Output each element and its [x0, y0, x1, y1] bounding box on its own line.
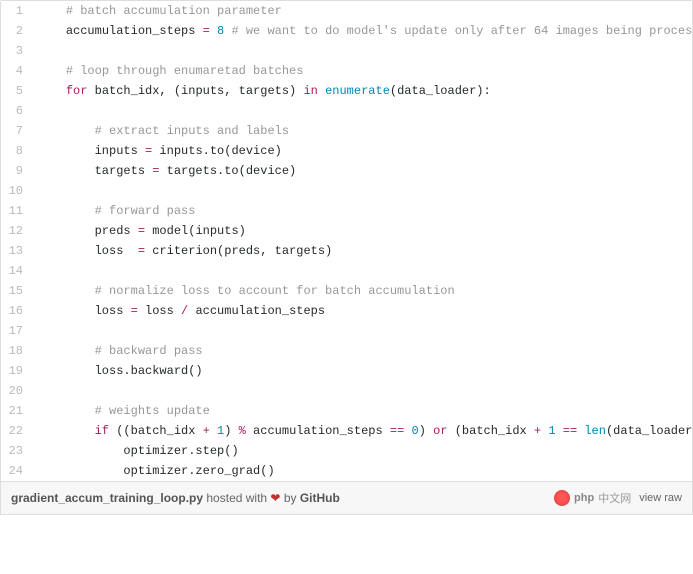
line-number[interactable]: 3	[1, 41, 31, 61]
code-line: 24 optimizer.zero_grad()	[1, 461, 693, 481]
code-line: 22 if ((batch_idx + 1) % accumulation_st…	[1, 421, 693, 441]
code-cell[interactable]: loss = criterion(preds, targets)	[31, 241, 693, 261]
code-cell[interactable]: # normalize loss to account for batch ac…	[31, 281, 693, 301]
line-number[interactable]: 1	[1, 1, 31, 21]
code-line: 9 targets = targets.to(device)	[1, 161, 693, 181]
code-line: 13 loss = criterion(preds, targets)	[1, 241, 693, 261]
code-line: 15 # normalize loss to account for batch…	[1, 281, 693, 301]
code-line: 6	[1, 101, 693, 121]
code-line: 18 # backward pass	[1, 341, 693, 361]
code-line: 2 accumulation_steps = 8 # we want to do…	[1, 21, 693, 41]
line-number[interactable]: 4	[1, 61, 31, 81]
code-line: 1 # batch accumulation parameter	[1, 1, 693, 21]
code-cell[interactable]	[31, 181, 693, 201]
line-number[interactable]: 23	[1, 441, 31, 461]
code-line: 21 # weights update	[1, 401, 693, 421]
code-cell[interactable]: loss = loss / accumulation_steps	[31, 301, 693, 321]
code-cell[interactable]: loss.backward()	[31, 361, 693, 381]
code-cell[interactable]: for batch_idx, (inputs, targets) in enum…	[31, 81, 693, 101]
line-number[interactable]: 15	[1, 281, 31, 301]
php-logo-icon	[554, 490, 570, 506]
code-line: 8 inputs = inputs.to(device)	[1, 141, 693, 161]
line-number[interactable]: 8	[1, 141, 31, 161]
by-text: by	[280, 491, 299, 505]
line-number[interactable]: 18	[1, 341, 31, 361]
code-cell[interactable]: targets = targets.to(device)	[31, 161, 693, 181]
gist-meta-right: php 中文网 view raw	[554, 490, 682, 506]
line-number[interactable]: 14	[1, 261, 31, 281]
code-cell[interactable]	[31, 261, 693, 281]
code-line: 5 for batch_idx, (inputs, targets) in en…	[1, 81, 693, 101]
code-line: 17	[1, 321, 693, 341]
code-cell[interactable]	[31, 321, 693, 341]
code-cell[interactable]: inputs = inputs.to(device)	[31, 141, 693, 161]
line-number[interactable]: 19	[1, 361, 31, 381]
code-cell[interactable]: # forward pass	[31, 201, 693, 221]
line-number[interactable]: 9	[1, 161, 31, 181]
hosted-text: hosted with	[203, 491, 270, 505]
line-number[interactable]: 7	[1, 121, 31, 141]
line-number[interactable]: 16	[1, 301, 31, 321]
gist-container: 1 # batch accumulation parameter2 accumu…	[0, 0, 693, 482]
code-cell[interactable]	[31, 381, 693, 401]
code-line: 23 optimizer.step()	[1, 441, 693, 461]
line-number[interactable]: 6	[1, 101, 31, 121]
line-number[interactable]: 2	[1, 21, 31, 41]
gist-meta-left: gradient_accum_training_loop.py hosted w…	[11, 491, 340, 505]
line-number[interactable]: 17	[1, 321, 31, 341]
code-cell[interactable]: optimizer.step()	[31, 441, 693, 461]
line-number[interactable]: 24	[1, 461, 31, 481]
heart-icon: ❤	[270, 491, 280, 505]
gist-meta-bar: gradient_accum_training_loop.py hosted w…	[0, 482, 693, 515]
code-cell[interactable]: if ((batch_idx + 1) % accumulation_steps…	[31, 421, 693, 441]
code-cell[interactable]	[31, 41, 693, 61]
line-number[interactable]: 21	[1, 401, 31, 421]
line-number[interactable]: 22	[1, 421, 31, 441]
code-line: 10	[1, 181, 693, 201]
code-cell[interactable]: # backward pass	[31, 341, 693, 361]
code-cell[interactable]: # loop through enumaretad batches	[31, 61, 693, 81]
line-number[interactable]: 20	[1, 381, 31, 401]
code-line: 20	[1, 381, 693, 401]
code-line: 7 # extract inputs and labels	[1, 121, 693, 141]
watermark-text: 中文网	[598, 490, 631, 506]
line-number[interactable]: 11	[1, 201, 31, 221]
code-line: 19 loss.backward()	[1, 361, 693, 381]
code-cell[interactable]: preds = model(inputs)	[31, 221, 693, 241]
code-line: 11 # forward pass	[1, 201, 693, 221]
github-link[interactable]: GitHub	[300, 491, 340, 505]
line-number[interactable]: 12	[1, 221, 31, 241]
watermark: php 中文网	[554, 490, 631, 506]
code-line: 4 # loop through enumaretad batches	[1, 61, 693, 81]
code-line: 14	[1, 261, 693, 281]
line-number[interactable]: 10	[1, 181, 31, 201]
code-line: 3	[1, 41, 693, 61]
code-cell[interactable]	[31, 101, 693, 121]
code-cell[interactable]: # batch accumulation parameter	[31, 1, 693, 21]
view-raw-link[interactable]: view raw	[639, 492, 682, 504]
code-cell[interactable]: optimizer.zero_grad()	[31, 461, 693, 481]
code-cell[interactable]: # extract inputs and labels	[31, 121, 693, 141]
line-number[interactable]: 5	[1, 81, 31, 101]
code-line: 16 loss = loss / accumulation_steps	[1, 301, 693, 321]
code-table: 1 # batch accumulation parameter2 accumu…	[1, 1, 693, 481]
gist-filename-link[interactable]: gradient_accum_training_loop.py	[11, 491, 203, 505]
code-line: 12 preds = model(inputs)	[1, 221, 693, 241]
line-number[interactable]: 13	[1, 241, 31, 261]
code-cell[interactable]: accumulation_steps = 8 # we want to do m…	[31, 21, 693, 41]
code-cell[interactable]: # weights update	[31, 401, 693, 421]
